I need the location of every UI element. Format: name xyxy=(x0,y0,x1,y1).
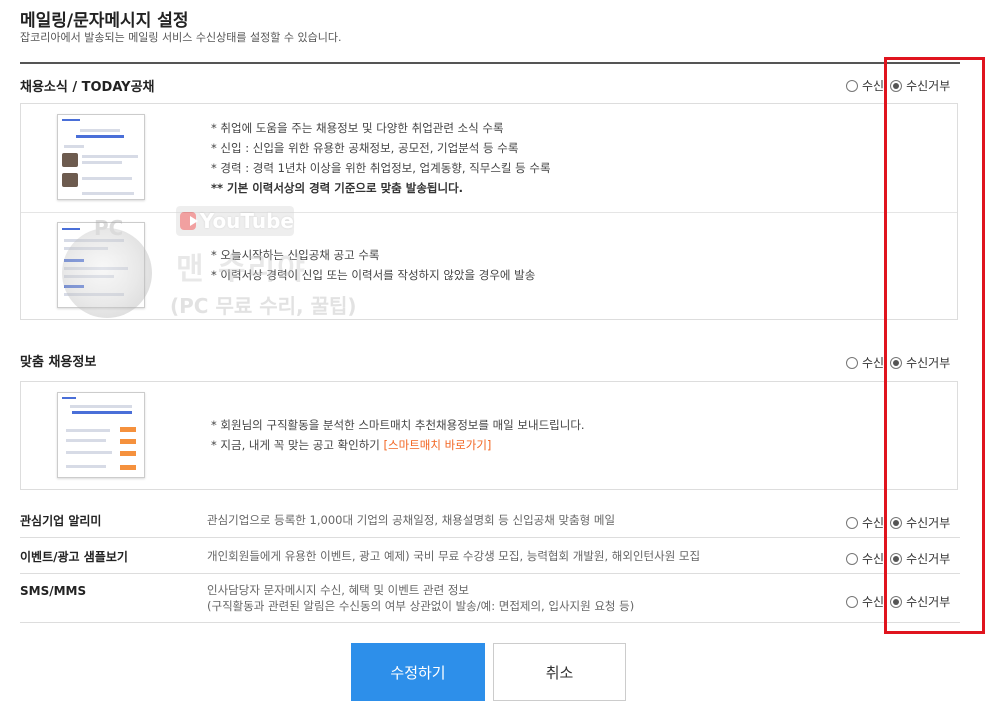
smartmatch-thumbnail xyxy=(57,392,145,478)
row-label-sms: SMS/MMS xyxy=(20,584,87,598)
radio-receive-sms[interactable] xyxy=(846,595,858,608)
bullet-line-note: ** 기본 이력서상의 경력 기준으로 맞춤 발송됩니다. xyxy=(211,181,464,195)
radio-receive-company-alert[interactable] xyxy=(846,516,858,529)
radio-group-sms: 수신 수신거부 xyxy=(846,593,956,610)
page-description: 잡코리아에서 발송되는 메일링 서비스 수신상태를 설정할 수 있습니다. xyxy=(20,31,342,44)
radio-label-receive: 수신 xyxy=(862,516,885,530)
row-desc-event-ad: 개인회원들에게 유용한 이벤트, 광고 예제) 국비 무료 수강생 모집, 능력… xyxy=(207,549,701,563)
page-title: 메일링/문자메시지 설정 xyxy=(20,11,189,31)
radio-label-receive: 수신 xyxy=(862,595,885,609)
radio-receive-custom[interactable] xyxy=(846,356,858,369)
section-title-news: 채용소식 / TODAY공채 xyxy=(20,80,155,95)
radio-reject-company-alert[interactable] xyxy=(890,516,903,529)
radio-reject-news[interactable] xyxy=(890,79,903,92)
radio-label-reject: 수신거부 xyxy=(906,595,951,609)
radio-label-reject: 수신거부 xyxy=(906,356,951,370)
bullet-line: * 경력 : 경력 1년차 이상을 위한 취업정보, 업계동향, 직무스킬 등 … xyxy=(211,161,551,175)
bullet-line: * 회원님의 구직활동을 분석한 스마트매치 추천채용정보를 매일 보내드립니다… xyxy=(211,418,585,432)
radio-group-custom: 수신 수신거부 xyxy=(846,354,956,371)
bullet-line: * 이력서상 경력이 신입 또는 이력서를 작성하지 않았을 경우에 발송 xyxy=(211,268,536,282)
row-desc-sms: 인사담당자 문자메시지 수신, 혜택 및 이벤트 관련 정보 (구직활동과 관련… xyxy=(207,582,634,614)
radio-group-event-ad: 수신 수신거부 xyxy=(846,550,956,567)
bullet-line: * 신입 : 신입을 위한 유용한 공채정보, 공모전, 기업분석 등 수록 xyxy=(211,141,519,155)
news-bullets-2: * 오늘시작하는 신입공채 공고 수록 * 이력서상 경력이 신입 또는 이력서… xyxy=(211,245,535,285)
radio-label-receive: 수신 xyxy=(862,79,885,93)
row-label-event-ad: 이벤트/광고 샘플보기 xyxy=(20,550,128,564)
newsletter-thumbnail-1 xyxy=(57,114,145,200)
custom-bullets: * 회원님의 구직활동을 분석한 스마트매치 추천채용정보를 매일 보내드립니다… xyxy=(211,415,585,455)
submit-button[interactable]: 수정하기 xyxy=(351,643,485,701)
row-divider xyxy=(20,622,960,623)
row-desc-company-alert: 관심기업으로 등록한 1,000대 기업의 공채일정, 채용설명회 등 신입공채… xyxy=(207,513,616,527)
bullet-line: * 지금, 내게 꼭 맞는 공고 확인하기 [스마트매치 바로가기] xyxy=(211,435,585,455)
newsletter-thumbnail-2 xyxy=(57,222,145,308)
radio-group-news: 수신 수신거부 xyxy=(846,77,956,94)
row-desc-sms-line1: 인사담당자 문자메시지 수신, 혜택 및 이벤트 관련 정보 xyxy=(207,583,470,597)
radio-label-reject: 수신거부 xyxy=(906,516,951,530)
radio-receive-news[interactable] xyxy=(846,79,858,92)
radio-label-receive: 수신 xyxy=(862,552,885,566)
section-title-custom: 맞춤 채용정보 xyxy=(20,355,97,370)
radio-group-company-alert: 수신 수신거부 xyxy=(846,514,956,531)
bullet-line: * 취업에 도움을 주는 채용정보 및 다양한 취업관련 소식 수록 xyxy=(211,121,504,135)
bullet-text: * 지금, 내게 꼭 맞는 공고 확인하기 xyxy=(211,438,384,452)
smartmatch-link[interactable]: [스마트매치 바로가기] xyxy=(384,438,492,452)
radio-reject-event-ad[interactable] xyxy=(890,552,903,565)
news-bullets-1: * 취업에 도움을 주는 채용정보 및 다양한 취업관련 소식 수록 * 신입 … xyxy=(211,118,551,198)
box-divider xyxy=(21,212,957,213)
custom-preview-box: * 회원님의 구직활동을 분석한 스마트매치 추천채용정보를 매일 보내드립니다… xyxy=(20,381,958,490)
radio-reject-sms[interactable] xyxy=(890,595,903,608)
row-label-company-alert: 관심기업 알리미 xyxy=(20,514,102,528)
radio-receive-event-ad[interactable] xyxy=(846,552,858,565)
radio-label-receive: 수신 xyxy=(862,356,885,370)
bullet-line: * 오늘시작하는 신입공채 공고 수록 xyxy=(211,248,380,262)
row-divider xyxy=(20,537,960,538)
news-preview-box: * 취업에 도움을 주는 채용정보 및 다양한 취업관련 소식 수록 * 신입 … xyxy=(20,103,958,320)
radio-label-reject: 수신거부 xyxy=(906,552,951,566)
row-desc-sms-line2: (구직활동과 관련된 알림은 수신동의 여부 상관없이 발송/예: 면접제의, … xyxy=(207,599,635,613)
top-divider xyxy=(20,62,960,64)
row-divider xyxy=(20,573,960,574)
radio-reject-custom[interactable] xyxy=(890,356,903,369)
radio-label-reject: 수신거부 xyxy=(906,79,951,93)
cancel-button[interactable]: 취소 xyxy=(493,643,626,701)
